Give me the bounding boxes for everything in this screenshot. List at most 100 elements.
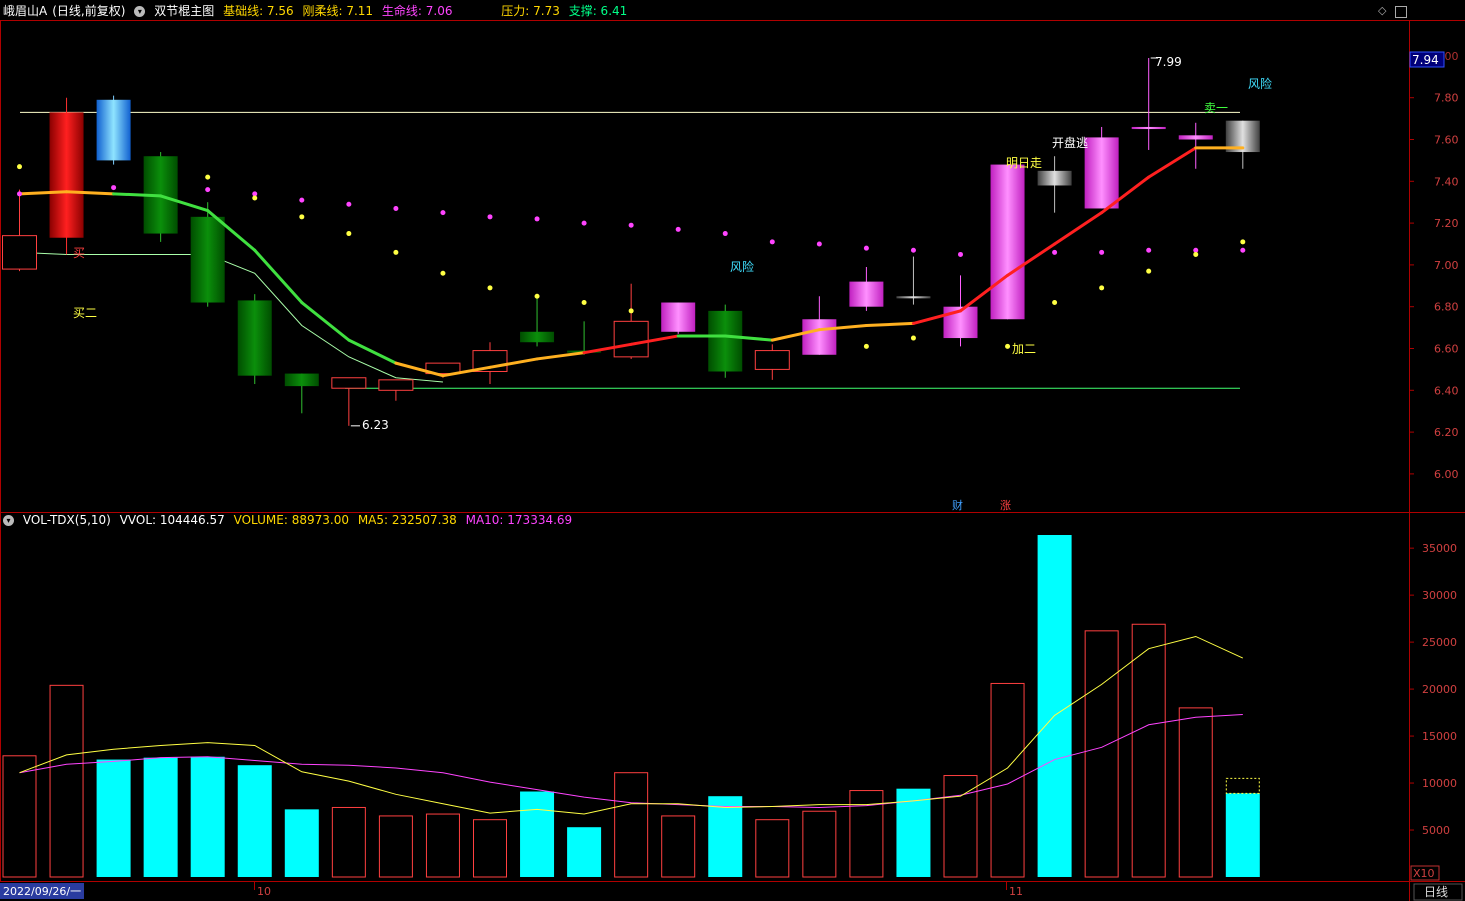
volume-bar[interactable]: [990, 682, 1025, 878]
tomorrow-go-label: 明日走: [1006, 156, 1042, 170]
yellow-dot: [1240, 239, 1246, 245]
open-escape-label: 开盘逃: [1052, 135, 1088, 150]
volume-bar[interactable]: [661, 815, 696, 878]
volume-bar[interactable]: [425, 813, 460, 878]
price-tick-label: 7.00: [1434, 259, 1459, 272]
buy2-signal-label: 买二: [73, 306, 97, 320]
candle-body[interactable]: [190, 216, 225, 303]
volume-bar[interactable]: [755, 819, 790, 878]
base-line-segment: [65, 190, 116, 196]
candle-body[interactable]: [708, 310, 743, 372]
yellow-dot: [1099, 285, 1105, 291]
base-line-segment: [300, 301, 351, 342]
candle-body[interactable]: [96, 99, 131, 161]
candle-body[interactable]: [1131, 126, 1166, 130]
yellow-dot: [487, 285, 493, 291]
volume-bar[interactable]: [708, 796, 743, 877]
volume-bar[interactable]: [143, 757, 178, 877]
month-label-11: 11: [1009, 885, 1023, 898]
price-tick-label: 6.40: [1434, 384, 1459, 397]
volume-bar[interactable]: [1037, 535, 1072, 877]
price-tick-label: 7.60: [1434, 134, 1459, 147]
yellow-dot: [910, 335, 916, 341]
candle-body[interactable]: [990, 164, 1025, 320]
volume-bar[interactable]: [378, 815, 413, 878]
yellow-dot: [252, 195, 258, 201]
volume-tick-label: 25000: [1422, 636, 1457, 649]
price-tick-label: 7.20: [1434, 217, 1459, 230]
magenta-dot: [863, 245, 869, 251]
volume-bar[interactable]: [614, 772, 649, 878]
volume-bar[interactable]: [96, 759, 131, 877]
volume-bar[interactable]: [1131, 623, 1166, 878]
volume-bar[interactable]: [1178, 707, 1213, 878]
candle-body[interactable]: [284, 373, 319, 387]
candle-body[interactable]: [378, 379, 414, 391]
low-price-label: 6.23: [362, 418, 389, 432]
magenta-dot: [675, 226, 681, 232]
yellow-dot: [393, 249, 399, 255]
candle-body[interactable]: [49, 112, 84, 238]
volume-bar[interactable]: [1084, 630, 1119, 878]
volume-bar[interactable]: [284, 809, 319, 877]
volume-bar[interactable]: [237, 765, 272, 877]
volume-bar[interactable]: [190, 756, 225, 877]
magenta-dot: [111, 185, 117, 191]
yellow-dot: [534, 293, 540, 299]
base-line-segment: [1053, 211, 1104, 246]
magenta-dot: [581, 220, 587, 226]
magenta-dot: [1099, 249, 1105, 255]
candle-body[interactable]: [331, 377, 367, 389]
magenta-dot: [205, 187, 211, 193]
current-price-label: 7.94: [1412, 53, 1439, 67]
price-tick-label: 6.80: [1434, 301, 1459, 314]
volume-tick-label: 15000: [1422, 730, 1457, 743]
volume-bar[interactable]: [49, 684, 84, 878]
volume-tick-label: 35000: [1422, 542, 1457, 555]
base-line-segment: [112, 192, 163, 198]
candle-body[interactable]: [520, 331, 555, 343]
magenta-dot: [769, 239, 775, 245]
volume-bar[interactable]: [473, 819, 507, 878]
volume-tick-label: 5000: [1422, 824, 1450, 837]
candle-body[interactable]: [802, 319, 837, 355]
candle-body[interactable]: [613, 320, 649, 358]
volume-bar[interactable]: [331, 806, 366, 878]
volume-tick-label: 20000: [1422, 683, 1457, 696]
magenta-dot: [534, 216, 540, 222]
volume-bar[interactable]: [2, 755, 37, 878]
magenta-dot: [1240, 247, 1246, 253]
yellow-dot: [346, 231, 352, 237]
volume-bar[interactable]: [567, 827, 602, 877]
price-tick-label: 7.80: [1434, 92, 1459, 105]
magenta-dot: [1052, 249, 1058, 255]
volume-bar[interactable]: [1225, 793, 1260, 877]
volume-multiplier-label: X10: [1413, 867, 1435, 880]
sell1-signal-label: 卖一: [1204, 101, 1228, 115]
magenta-dot: [440, 210, 446, 216]
candle-body[interactable]: [2, 235, 37, 270]
candle-body[interactable]: [896, 296, 931, 299]
candle-body[interactable]: [1178, 135, 1213, 140]
base-line-segment: [253, 248, 304, 305]
yellow-dot: [1146, 268, 1152, 274]
risk-label-2: 风险: [1248, 76, 1272, 91]
candle-body[interactable]: [1084, 137, 1119, 209]
yellow-dot: [299, 214, 305, 220]
high-price-label: 7.99: [1155, 55, 1182, 69]
candle-body[interactable]: [849, 281, 884, 307]
period-button[interactable]: 日线: [1424, 885, 1448, 899]
magenta-dot: [722, 231, 728, 237]
magenta-dot: [910, 247, 916, 253]
finance-marker: 财: [952, 498, 963, 512]
kline-chart[interactable]: 8.007.807.607.407.207.006.806.606.406.20…: [0, 0, 1465, 901]
volume-bar[interactable]: [802, 810, 837, 878]
price-tick-label: 6.00: [1434, 468, 1459, 481]
start-date-label: 2022/09/26/一: [3, 885, 81, 898]
candle-body[interactable]: [754, 350, 790, 370]
volume-bar[interactable]: [943, 775, 978, 878]
candle-body[interactable]: [1037, 170, 1072, 186]
volume-bar[interactable]: [520, 791, 555, 878]
candle-body[interactable]: [661, 302, 696, 332]
candle-body[interactable]: [237, 300, 272, 376]
